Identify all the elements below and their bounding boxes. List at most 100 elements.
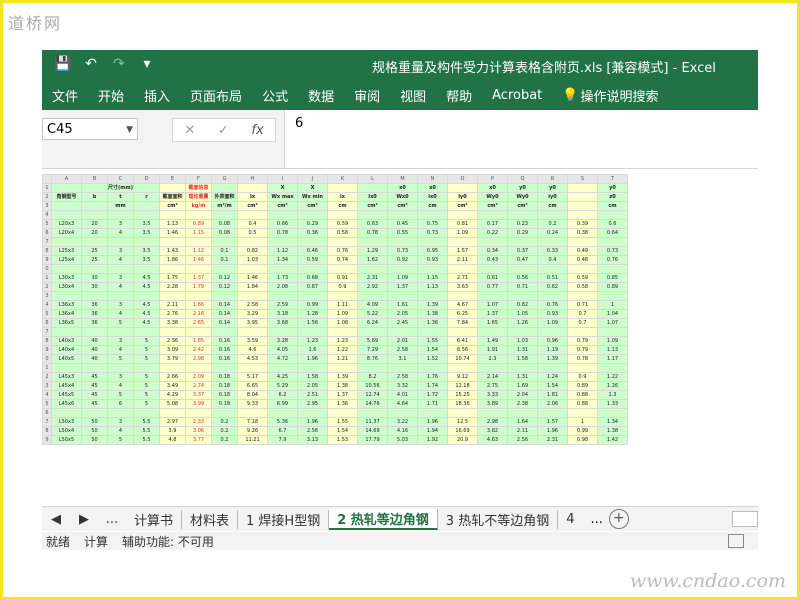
- data-cell[interactable]: 0.92: [387, 255, 418, 265]
- empty-cell[interactable]: [357, 408, 388, 418]
- data-cell[interactable]: 0.75: [417, 219, 448, 229]
- data-cell[interactable]: 4.25: [267, 372, 298, 382]
- empty-cell[interactable]: [267, 408, 298, 418]
- empty-cell[interactable]: [507, 210, 538, 220]
- data-cell[interactable]: 0.47: [507, 255, 538, 265]
- empty-cell[interactable]: [597, 408, 628, 418]
- empty-cell[interactable]: [507, 264, 538, 274]
- row-number[interactable]: 2: [42, 372, 52, 382]
- empty-cell[interactable]: [417, 291, 448, 301]
- data-cell[interactable]: 1.46: [159, 228, 186, 238]
- data-cell[interactable]: 2.65: [185, 318, 212, 328]
- data-cell[interactable]: 1.79: [185, 282, 212, 292]
- header-cell[interactable]: Wx0: [387, 192, 418, 202]
- data-cell[interactable]: 0.82: [237, 246, 268, 256]
- data-cell[interactable]: 5: [133, 381, 160, 391]
- data-cell[interactable]: 3.1: [387, 354, 418, 364]
- data-cell[interactable]: 2.51: [297, 390, 328, 400]
- empty-cell[interactable]: [51, 264, 82, 274]
- data-cell[interactable]: 0.43: [477, 255, 508, 265]
- data-cell[interactable]: 0.73: [417, 228, 448, 238]
- data-cell[interactable]: 0.58: [327, 228, 358, 238]
- data-cell[interactable]: 0.1: [211, 246, 238, 256]
- header-cell[interactable]: [51, 201, 82, 211]
- header-cell[interactable]: [159, 183, 186, 193]
- data-cell[interactable]: 1.07: [477, 300, 508, 310]
- data-cell[interactable]: 0.38: [567, 228, 598, 238]
- data-cell[interactable]: 0.61: [477, 273, 508, 283]
- empty-cell[interactable]: [267, 237, 298, 247]
- tab-file[interactable]: 文件: [52, 86, 78, 105]
- data-cell[interactable]: 0.18: [211, 390, 238, 400]
- data-cell[interactable]: 4: [107, 255, 134, 265]
- data-cell[interactable]: 0.45: [387, 219, 418, 229]
- customize-toolbar-icon[interactable]: ▾: [138, 56, 156, 72]
- cancel-icon[interactable]: ✕: [184, 123, 195, 138]
- data-cell[interactable]: 0.16: [211, 345, 238, 355]
- data-cell[interactable]: 3.5: [133, 219, 160, 229]
- data-cell[interactable]: 0.79: [567, 336, 598, 346]
- data-cell[interactable]: 20: [81, 228, 108, 238]
- data-cell[interactable]: 11.21: [237, 435, 268, 445]
- data-cell[interactable]: 8.2: [357, 372, 388, 382]
- empty-cell[interactable]: [159, 408, 186, 418]
- empty-cell[interactable]: [447, 363, 478, 373]
- data-cell[interactable]: 4: [107, 426, 134, 436]
- data-cell[interactable]: 5: [107, 435, 134, 445]
- data-cell[interactable]: L30x3: [51, 273, 82, 283]
- data-cell[interactable]: 3.68: [267, 318, 298, 328]
- empty-cell[interactable]: [417, 237, 448, 247]
- empty-cell[interactable]: [477, 408, 508, 418]
- data-cell[interactable]: 1.92: [417, 435, 448, 445]
- more-sheets-right[interactable]: ...: [590, 512, 602, 527]
- empty-cell[interactable]: [237, 264, 268, 274]
- data-cell[interactable]: 0.76: [597, 255, 628, 265]
- empty-cell[interactable]: [507, 363, 538, 373]
- data-cell[interactable]: 0.71: [507, 282, 538, 292]
- data-cell[interactable]: 0.7: [567, 309, 598, 319]
- data-cell[interactable]: 2.76: [159, 309, 186, 319]
- worksheet-grid[interactable]: A B C D E F G H I J K L M N O P Q R S T 1 尺寸(mm) 截面信息 X Xx0 x0 x0 y…: [42, 174, 758, 522]
- data-cell[interactable]: 2.05: [297, 381, 328, 391]
- empty-cell[interactable]: [297, 264, 328, 274]
- data-cell[interactable]: 5.5: [133, 417, 160, 427]
- data-cell[interactable]: L20x3: [51, 219, 82, 229]
- row-number[interactable]: 4: [42, 210, 52, 220]
- data-cell[interactable]: 1.34: [267, 255, 298, 265]
- header-cell[interactable]: cm²: [159, 201, 186, 211]
- empty-cell[interactable]: [507, 408, 538, 418]
- data-cell[interactable]: 3.82: [477, 426, 508, 436]
- data-cell[interactable]: 3: [107, 246, 134, 256]
- empty-cell[interactable]: [537, 264, 568, 274]
- sheet-tab-materials[interactable]: 材料表: [182, 509, 239, 529]
- empty-cell[interactable]: [107, 363, 134, 373]
- data-cell[interactable]: 1.39: [327, 372, 358, 382]
- sheet-tab-4[interactable]: 4: [558, 512, 582, 527]
- empty-cell[interactable]: [185, 291, 212, 301]
- data-cell[interactable]: 2.14: [477, 372, 508, 382]
- empty-cell[interactable]: [237, 408, 268, 418]
- row-number[interactable]: 0: [42, 264, 52, 274]
- header-cell[interactable]: x0: [417, 183, 448, 193]
- data-cell[interactable]: 2.31: [537, 435, 568, 445]
- data-cell[interactable]: 5.17: [237, 372, 268, 382]
- data-cell[interactable]: 0.91: [327, 273, 358, 283]
- empty-cell[interactable]: [387, 291, 418, 301]
- data-cell[interactable]: 1.17: [597, 354, 628, 364]
- empty-cell[interactable]: [567, 327, 598, 337]
- data-cell[interactable]: 4.5: [133, 318, 160, 328]
- insert-function-icon[interactable]: fx: [251, 123, 263, 138]
- empty-cell[interactable]: [159, 291, 186, 301]
- data-cell[interactable]: 1.28: [297, 309, 328, 319]
- normal-view-icon[interactable]: [728, 534, 744, 548]
- data-cell[interactable]: 2.97: [159, 417, 186, 427]
- header-cell[interactable]: z0: [597, 192, 628, 202]
- empty-cell[interactable]: [567, 363, 598, 373]
- empty-cell[interactable]: [357, 363, 388, 373]
- data-cell[interactable]: 1.23: [327, 336, 358, 346]
- data-cell[interactable]: 45: [81, 381, 108, 391]
- data-cell[interactable]: 0.16: [211, 336, 238, 346]
- data-cell[interactable]: 0.18: [211, 381, 238, 391]
- data-cell[interactable]: 3.5: [133, 255, 160, 265]
- data-cell[interactable]: 1.09: [327, 309, 358, 319]
